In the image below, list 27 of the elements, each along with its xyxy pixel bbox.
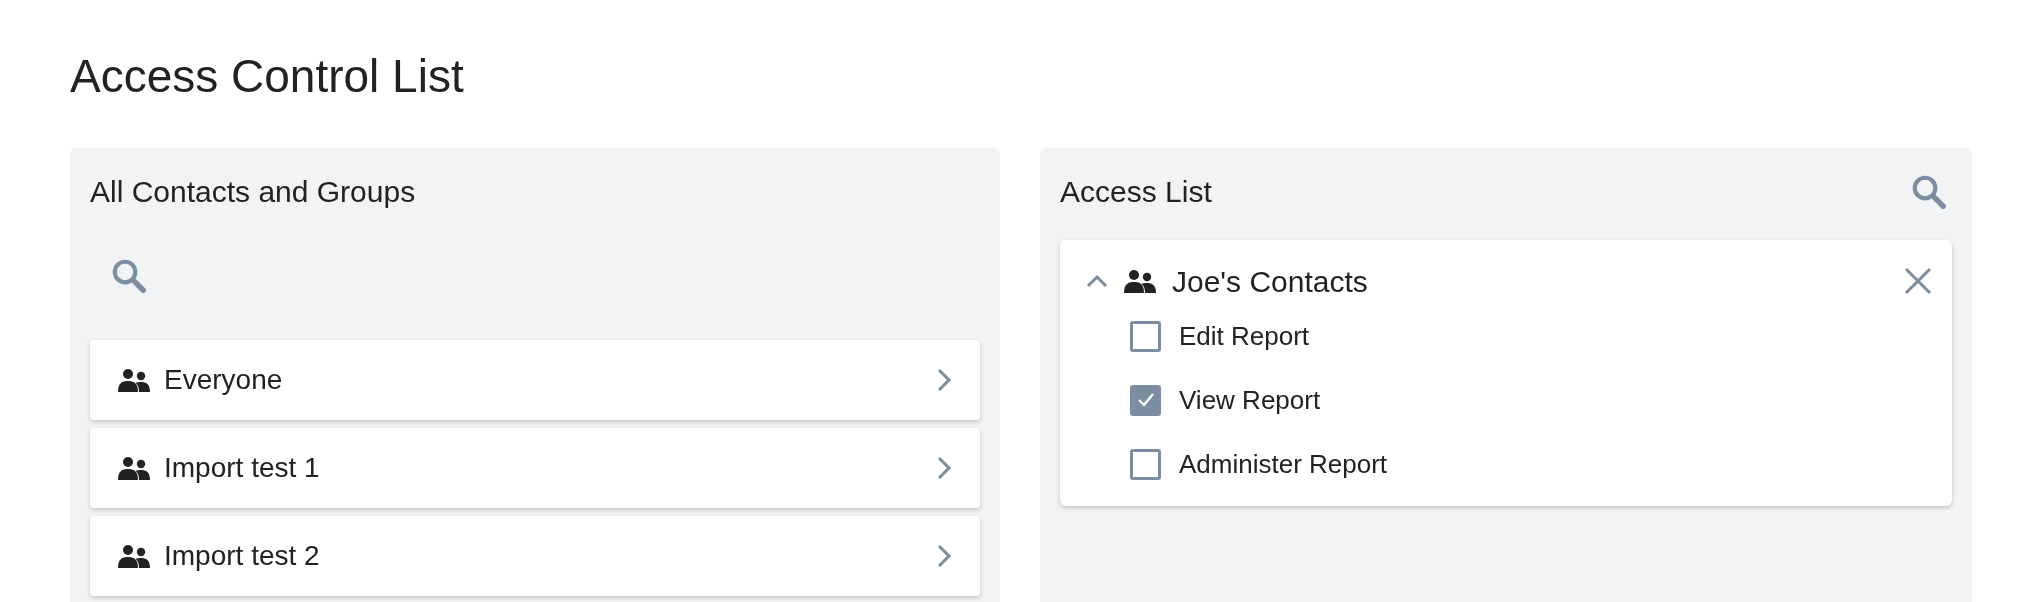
people-icon [118, 368, 150, 392]
close-icon[interactable] [1904, 267, 1932, 295]
permission-label: Edit Report [1179, 319, 1310, 353]
group-row[interactable]: Import test 2 [90, 516, 980, 596]
group-row[interactable]: Everyone [90, 340, 980, 420]
search-icon[interactable] [110, 257, 148, 295]
checkbox[interactable] [1130, 384, 1161, 416]
entry-name: Joe's Contacts [1172, 263, 1369, 300]
permission-label: View Report [1179, 383, 1321, 417]
chevron-right-icon [936, 367, 952, 393]
checkbox[interactable] [1130, 448, 1161, 480]
people-icon [118, 456, 150, 480]
chevron-up-icon[interactable] [1086, 274, 1108, 288]
group-row[interactable]: Import test 1 [90, 428, 980, 508]
permission-label: Administer Report [1179, 447, 1388, 481]
search-icon[interactable] [1910, 173, 1948, 211]
people-icon [1124, 269, 1156, 293]
group-name: Import test 2 [164, 539, 321, 573]
page-title: Access Control List [70, 49, 464, 104]
chevron-right-icon [936, 543, 952, 569]
checkbox[interactable] [1130, 320, 1161, 352]
group-name: Everyone [164, 363, 284, 397]
panel-title: Access List [1060, 174, 1212, 210]
people-icon [118, 544, 150, 568]
chevron-right-icon [936, 455, 952, 481]
panel-title: All Contacts and Groups [90, 174, 416, 210]
group-name: Import test 1 [164, 451, 321, 485]
